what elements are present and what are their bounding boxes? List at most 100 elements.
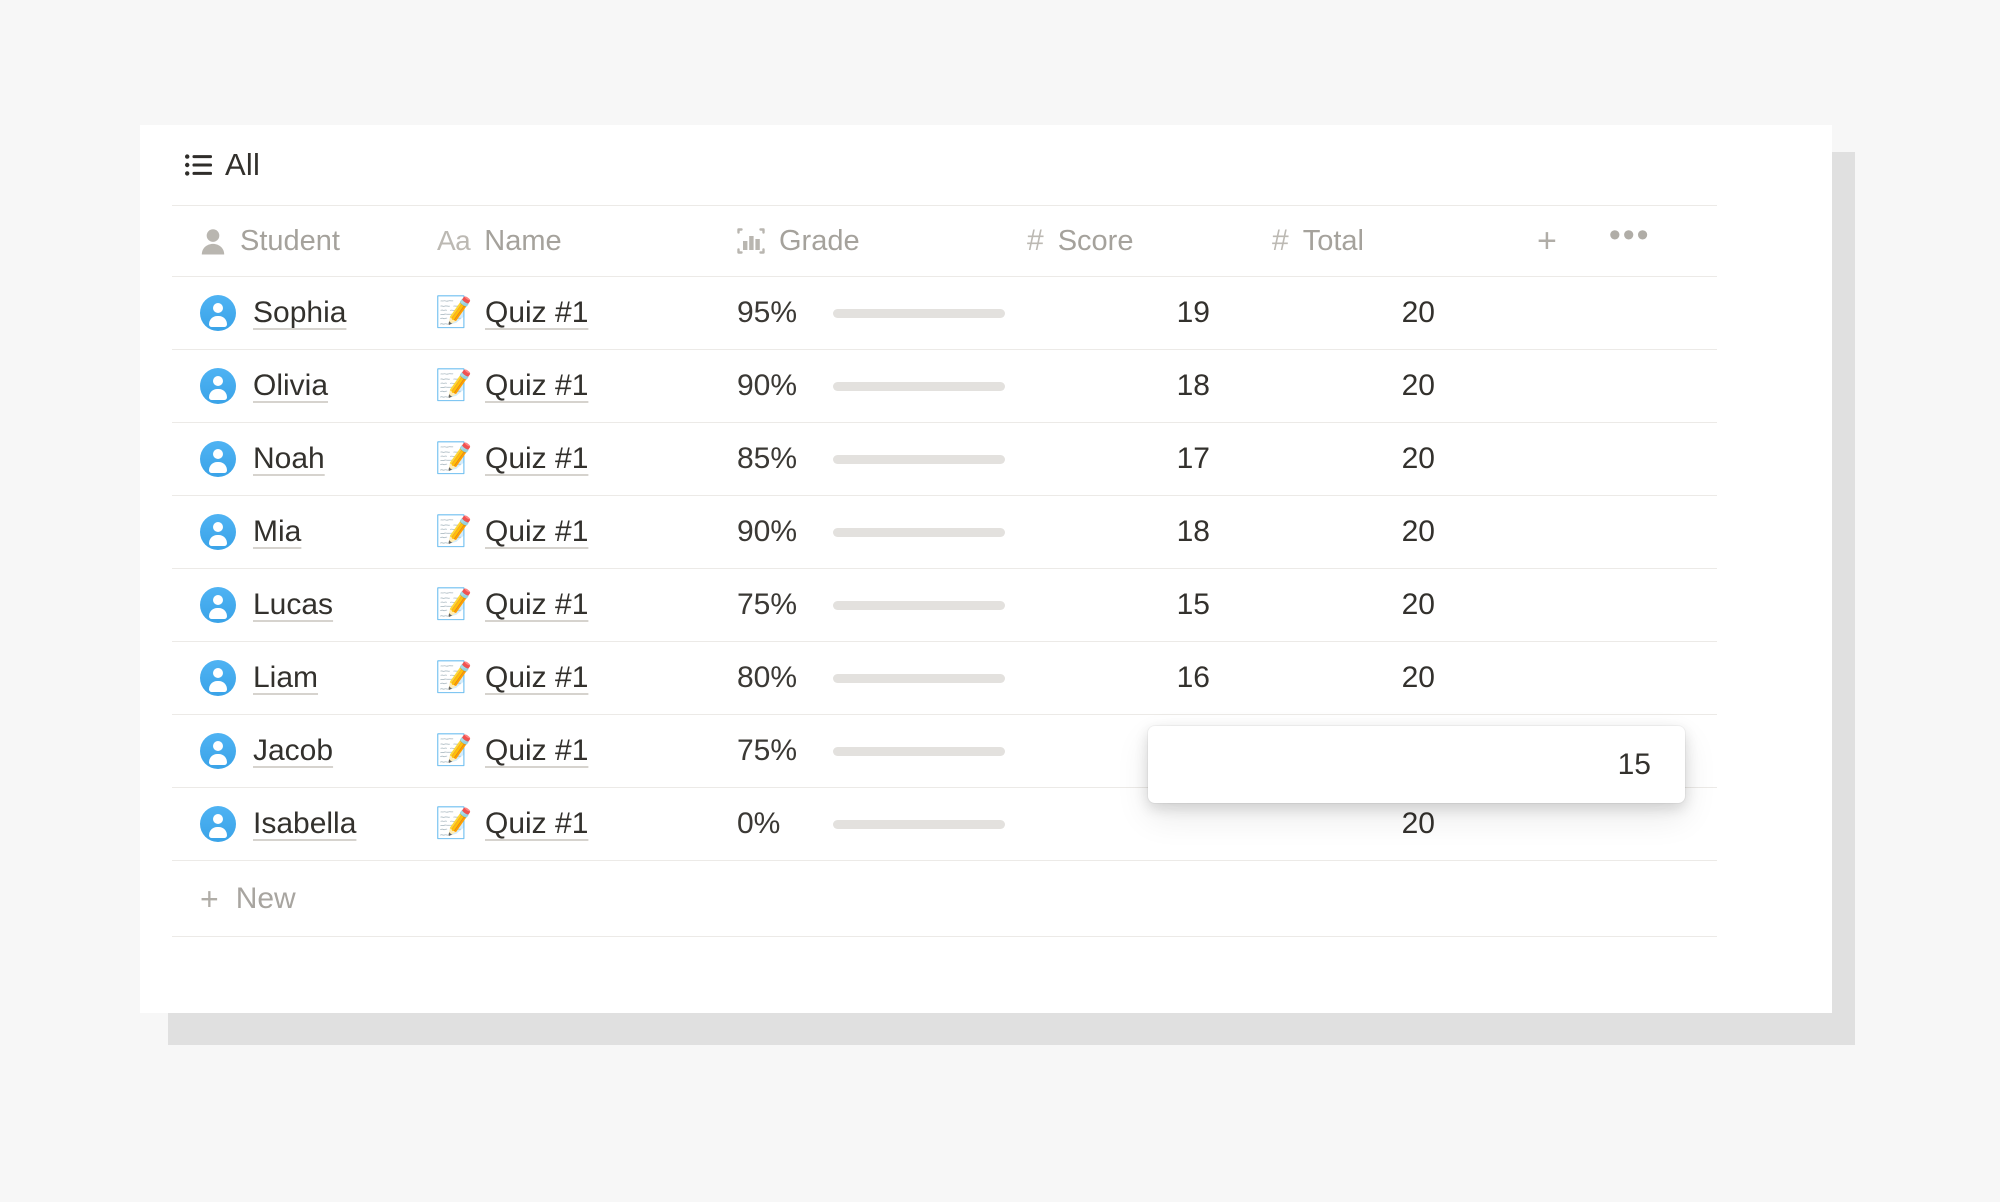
cell-name[interactable]: 📝 Quiz #1 (435, 588, 737, 622)
cell-name[interactable]: 📝 Quiz #1 (435, 515, 737, 549)
memo-icon: 📝 (435, 807, 473, 840)
score-value[interactable]: 18 (1027, 515, 1272, 549)
grade-percent: 0% (737, 807, 781, 840)
quiz-title[interactable]: Quiz #1 (485, 807, 588, 841)
total-value[interactable]: 20 (1272, 588, 1497, 622)
score-value[interactable]: 18 (1027, 369, 1272, 403)
grade-progress-bar (833, 308, 1005, 318)
cell-student[interactable]: Olivia (172, 368, 437, 404)
column-header-score[interactable]: # Score (1027, 225, 1272, 258)
new-row-button[interactable]: + New (172, 861, 1717, 937)
add-column-button[interactable]: + (1537, 224, 1557, 258)
cell-total[interactable]: 20 (1272, 442, 1497, 476)
column-header-total[interactable]: # Total (1272, 225, 1497, 258)
column-header-name[interactable]: Aa Name (437, 225, 737, 258)
cell-grade[interactable]: 85% (737, 442, 1027, 476)
student-name[interactable]: Liam (253, 661, 318, 695)
table-row[interactable]: Lucas 📝 Quiz #1 75% 15 20 (172, 569, 1717, 642)
cell-name[interactable]: 📝 Quiz #1 (435, 807, 737, 841)
cell-grade[interactable]: 75% (737, 588, 1027, 622)
cell-name[interactable]: 📝 Quiz #1 (435, 442, 737, 476)
quiz-title[interactable]: Quiz #1 (485, 734, 588, 768)
cell-score[interactable]: 18 (1027, 515, 1272, 549)
student-name[interactable]: Lucas (253, 588, 333, 622)
cell-grade[interactable]: 95% (737, 296, 1027, 330)
cell-name[interactable]: 📝 Quiz #1 (435, 369, 737, 403)
person-icon (200, 228, 226, 255)
quiz-title[interactable]: Quiz #1 (485, 588, 588, 622)
cell-student[interactable]: Lucas (172, 587, 437, 623)
cell-name[interactable]: 📝 Quiz #1 (435, 661, 737, 695)
plus-icon: + (200, 880, 219, 917)
cell-score[interactable]: 15 (1027, 588, 1272, 622)
cell-score[interactable]: 19 (1027, 296, 1272, 330)
total-value[interactable]: 20 (1272, 515, 1497, 549)
grade-progress-bar (833, 381, 1005, 391)
cell-grade[interactable]: 0% (737, 807, 1027, 841)
cell-student[interactable]: Isabella (172, 806, 437, 842)
table-row[interactable]: Sophia 📝 Quiz #1 95% 19 20 (172, 277, 1717, 350)
total-value[interactable]: 20 (1272, 442, 1497, 476)
new-row-label: New (235, 881, 296, 915)
student-name[interactable]: Isabella (253, 807, 356, 841)
view-tab-label: All (225, 147, 261, 182)
quiz-title[interactable]: Quiz #1 (485, 515, 588, 549)
grade-percent: 95% (737, 296, 798, 329)
table-row[interactable]: Liam 📝 Quiz #1 80% 16 20 (172, 642, 1717, 715)
cell-total[interactable]: 20 (1272, 807, 1497, 841)
column-header-student[interactable]: Student (172, 225, 437, 258)
column-header-name-label: Name (484, 224, 562, 257)
cell-student[interactable]: Jacob (172, 733, 437, 769)
cell-total[interactable]: 20 (1272, 296, 1497, 330)
cell-total[interactable]: 20 (1272, 369, 1497, 403)
cell-total[interactable]: 20 (1272, 661, 1497, 695)
grid-table: Student Aa Name Grade # Score # Total + … (172, 205, 1717, 937)
student-name[interactable]: Sophia (253, 296, 346, 330)
cell-grade[interactable]: 90% (737, 515, 1027, 549)
table-row[interactable]: Olivia 📝 Quiz #1 90% 18 20 (172, 350, 1717, 423)
table-row[interactable]: Mia 📝 Quiz #1 90% 18 20 (172, 496, 1717, 569)
column-header-student-label: Student (240, 224, 340, 257)
more-options-button[interactable]: ••• (1609, 218, 1651, 264)
total-value[interactable]: 20 (1272, 296, 1497, 330)
column-header-score-label: Score (1057, 224, 1134, 257)
quiz-title[interactable]: Quiz #1 (485, 442, 588, 476)
cell-grade[interactable]: 90% (737, 369, 1027, 403)
student-name[interactable]: Jacob (253, 734, 333, 768)
score-value[interactable]: 15 (1027, 588, 1272, 622)
score-value[interactable]: 16 (1027, 661, 1272, 695)
avatar-icon (200, 295, 236, 331)
column-header-grade[interactable]: Grade (737, 225, 1027, 258)
quiz-title[interactable]: Quiz #1 (485, 296, 588, 330)
cell-student[interactable]: Mia (172, 514, 437, 550)
cell-name[interactable]: 📝 Quiz #1 (435, 734, 737, 768)
total-value[interactable]: 20 (1272, 807, 1497, 841)
score-cell-input[interactable] (1148, 746, 1685, 783)
total-value[interactable]: 20 (1272, 661, 1497, 695)
grade-percent: 75% (737, 734, 798, 767)
cell-total[interactable]: 20 (1272, 515, 1497, 549)
cell-student[interactable]: Noah (172, 441, 437, 477)
cell-grade[interactable]: 75% (737, 734, 1027, 768)
table-row[interactable]: Noah 📝 Quiz #1 85% 17 20 (172, 423, 1717, 496)
grade-progress-bar (833, 454, 1005, 464)
total-value[interactable]: 20 (1272, 369, 1497, 403)
cell-total[interactable]: 20 (1272, 588, 1497, 622)
cell-score[interactable]: 18 (1027, 369, 1272, 403)
cell-student[interactable]: Liam (172, 660, 437, 696)
quiz-title[interactable]: Quiz #1 (485, 369, 588, 403)
score-value[interactable]: 17 (1027, 442, 1272, 476)
cell-score[interactable]: 17 (1027, 442, 1272, 476)
cell-student[interactable]: Sophia (172, 295, 437, 331)
student-name[interactable]: Olivia (253, 369, 328, 403)
student-name[interactable]: Noah (253, 442, 325, 476)
student-name[interactable]: Mia (253, 515, 301, 549)
memo-icon: 📝 (435, 296, 473, 329)
quiz-title[interactable]: Quiz #1 (485, 661, 588, 695)
cell-grade[interactable]: 80% (737, 661, 1027, 695)
view-tab-all[interactable]: All (185, 147, 260, 183)
cell-score[interactable]: 16 (1027, 661, 1272, 695)
score-value[interactable]: 19 (1027, 296, 1272, 330)
cell-name[interactable]: 📝 Quiz #1 (435, 296, 737, 330)
cell-editor-popup[interactable] (1148, 726, 1685, 803)
